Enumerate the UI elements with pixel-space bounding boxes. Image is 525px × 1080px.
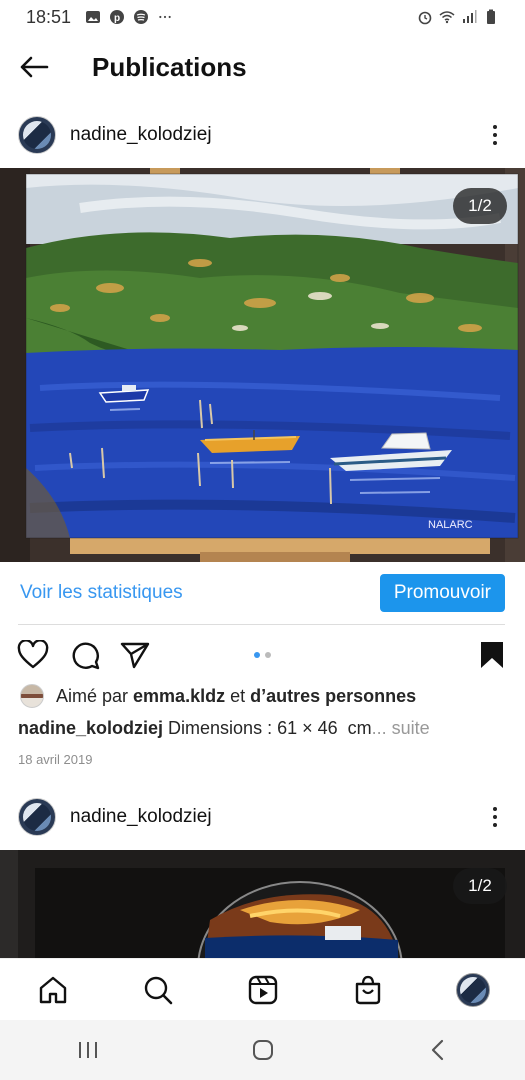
share-send-icon[interactable] xyxy=(118,638,152,672)
alarm-icon xyxy=(418,11,432,25)
carousel-indicator xyxy=(254,652,271,658)
back-arrow-icon[interactable] xyxy=(14,47,54,87)
pinterest-icon: p xyxy=(110,10,125,24)
like-heart-icon[interactable] xyxy=(16,638,50,672)
comment-icon[interactable] xyxy=(68,638,102,672)
spotify-icon xyxy=(134,10,149,24)
image-icon xyxy=(86,11,101,23)
promote-button[interactable]: Promouvoir xyxy=(379,574,505,612)
wifi-icon xyxy=(439,11,455,24)
likes-line: Aimé par emma.kldz et d’autres personnes xyxy=(20,684,416,708)
post-header: nadine_kolodziej xyxy=(0,102,525,168)
back-button[interactable] xyxy=(418,1030,458,1070)
post-username[interactable]: nadine_kolodziej xyxy=(70,124,212,146)
signal-icon xyxy=(463,10,477,23)
likes-suffix: et xyxy=(225,685,251,706)
home-icon[interactable] xyxy=(33,970,73,1010)
likes-prefix: Aimé par xyxy=(56,685,134,706)
top-bar: Publications xyxy=(0,34,525,100)
page-title: Publications xyxy=(92,51,247,82)
carousel-dot-active xyxy=(254,652,260,658)
shop-icon[interactable] xyxy=(348,970,388,1010)
liker-avatar xyxy=(20,684,44,708)
painting-signature: NALARC xyxy=(428,519,473,531)
status-bar: 18:51 p xyxy=(0,0,525,34)
carousel-counter: 1/2 xyxy=(453,188,507,224)
carousel-dot xyxy=(265,652,271,658)
battery-icon xyxy=(487,9,495,24)
more-dots-icon xyxy=(159,15,171,19)
post-caption: nadine_kolodziej Dimensions : 61 × 46 cm… xyxy=(18,718,508,739)
post-image[interactable]: NALARC 1/2 xyxy=(0,168,525,562)
view-insights-link[interactable]: Voir les statistiques xyxy=(20,582,183,604)
reels-icon[interactable] xyxy=(243,970,283,1010)
system-navigation xyxy=(0,1020,525,1080)
divider xyxy=(18,624,505,625)
likes-others[interactable]: d’autres personnes xyxy=(250,686,416,707)
more-options-icon[interactable] xyxy=(485,120,505,150)
svg-text:p: p xyxy=(114,13,120,24)
home-button[interactable] xyxy=(243,1030,283,1070)
carousel-counter: 1/2 xyxy=(453,868,507,904)
painting-image xyxy=(0,850,525,958)
profile-avatar[interactable] xyxy=(453,970,493,1010)
painting-image: NALARC xyxy=(0,168,525,562)
post-username[interactable]: nadine_kolodziej xyxy=(70,806,212,828)
more-options-icon[interactable] xyxy=(485,802,505,832)
caption-username[interactable]: nadine_kolodziej xyxy=(18,718,163,738)
post-image[interactable]: 1/2 xyxy=(0,850,525,958)
post-actions xyxy=(0,630,525,680)
likes-user[interactable]: emma.kldz xyxy=(133,686,225,707)
bottom-navigation xyxy=(0,958,525,1020)
post-header: nadine_kolodziej xyxy=(0,784,525,850)
caption-text: Dimensions : 61 × 46 cm xyxy=(163,718,372,738)
avatar[interactable] xyxy=(18,116,56,154)
recents-button[interactable] xyxy=(68,1030,108,1070)
bookmark-icon[interactable] xyxy=(475,638,509,672)
search-icon[interactable] xyxy=(138,970,178,1010)
insights-bar: Voir les statistiques Promouvoir xyxy=(0,562,525,624)
post-date: 18 avril 2019 xyxy=(18,752,93,767)
status-time: 18:51 xyxy=(26,6,72,27)
caption-more-link[interactable]: ... suite xyxy=(372,718,430,738)
avatar[interactable] xyxy=(18,798,56,836)
